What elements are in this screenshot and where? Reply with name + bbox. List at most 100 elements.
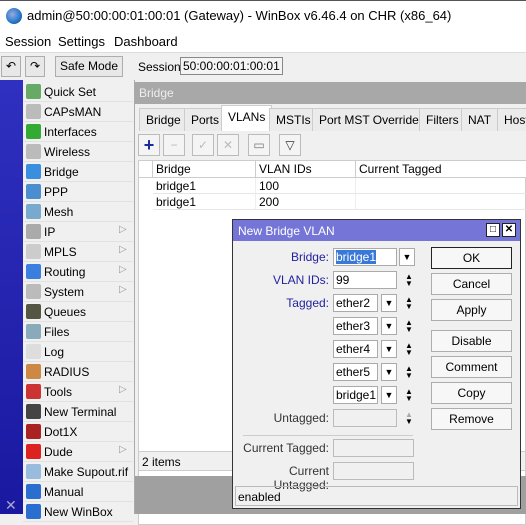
remove-icon[interactable]: − bbox=[163, 134, 185, 156]
menu-dashboard[interactable]: Dashboard bbox=[114, 34, 178, 49]
remove-button[interactable]: Remove bbox=[431, 408, 512, 430]
sidebar-item-mpls[interactable]: MPLS ▷ bbox=[23, 242, 133, 262]
table-cell-vlan-ids[interactable]: 200 bbox=[256, 194, 356, 210]
sidebar-item-capsman[interactable]: CAPsMAN bbox=[23, 102, 133, 122]
cancel-button[interactable]: Cancel bbox=[431, 273, 512, 295]
tab-bridge[interactable]: Bridge bbox=[139, 108, 188, 131]
vlan-ids-field[interactable]: 99 bbox=[333, 271, 397, 289]
dropdown-icon[interactable]: ▼ bbox=[399, 248, 415, 266]
sidebar-item-new-terminal[interactable]: New Terminal bbox=[23, 402, 133, 422]
disable-icon[interactable]: ✕ bbox=[217, 134, 239, 156]
tagged-field[interactable]: bridge1 bbox=[333, 386, 378, 404]
sidebar-item-make-supout-rif[interactable]: Make Supout.rif bbox=[23, 462, 133, 482]
untagged-field[interactable] bbox=[333, 409, 397, 427]
sidebar-item-files[interactable]: Files bbox=[23, 322, 133, 342]
interfaces-icon bbox=[26, 124, 41, 139]
tagged-field[interactable]: ether4 bbox=[333, 340, 378, 358]
sidebar-item-mesh[interactable]: Mesh bbox=[23, 202, 133, 222]
dropdown-icon[interactable]: ▼ bbox=[381, 363, 397, 381]
submenu-arrow-icon: ▷ bbox=[119, 244, 127, 255]
sidebar-item-ip[interactable]: IP ▷ bbox=[23, 222, 133, 242]
session-field[interactable]: 50:00:00:01:00:01 bbox=[180, 57, 283, 75]
dropdown-icon[interactable]: ▼ bbox=[381, 340, 397, 358]
sidebar-item-label: Quick Set bbox=[44, 85, 97, 99]
maximize-icon[interactable]: □ bbox=[486, 223, 500, 237]
enable-icon[interactable]: ✓ bbox=[192, 134, 214, 156]
ok-button[interactable]: OK bbox=[431, 247, 512, 269]
dialog-title: New Bridge VLAN bbox=[233, 220, 520, 241]
up-down-icon[interactable]: ▲ ▼ bbox=[403, 319, 415, 334]
up-down-icon[interactable]: ▲ ▼ bbox=[403, 296, 415, 311]
tab-nat[interactable]: NAT bbox=[461, 108, 499, 131]
up-down-icon[interactable]: ▲ ▼ bbox=[403, 365, 415, 380]
tab-host[interactable]: Host bbox=[497, 108, 526, 131]
sidebar-item-radius[interactable]: RADIUS bbox=[23, 362, 133, 382]
winbox-icon bbox=[26, 504, 41, 519]
sidebar-item-label: System bbox=[44, 285, 85, 299]
table-cell-bridge[interactable]: bridge1 bbox=[153, 178, 256, 194]
tab-port-mst-overrides[interactable]: Port MST Overrides bbox=[312, 108, 432, 131]
menu-settings[interactable]: Settings bbox=[58, 34, 105, 49]
new-bridge-vlan-dialog: New Bridge VLAN □ ✕ Bridge: bridge1 ▼ VL… bbox=[232, 219, 521, 509]
bridge-field[interactable]: bridge1 bbox=[336, 250, 377, 264]
table-cell-current-tagged[interactable] bbox=[356, 178, 526, 194]
tab-ports[interactable]: Ports bbox=[184, 108, 227, 131]
radius-icon bbox=[26, 364, 41, 379]
sidebar-item-label: RADIUS bbox=[44, 365, 90, 379]
safe-mode-button[interactable]: Safe Mode bbox=[55, 56, 123, 77]
add-icon[interactable]: + bbox=[138, 134, 160, 156]
session-label: Session: bbox=[138, 60, 185, 74]
filter-icon[interactable]: ▽ bbox=[279, 134, 301, 156]
up-down-icon[interactable]: ▲ ▼ bbox=[403, 273, 415, 288]
tagged-field[interactable]: ether5 bbox=[333, 363, 378, 381]
comment-icon[interactable]: ▭ bbox=[248, 134, 270, 156]
sidebar-item-label: Dude bbox=[44, 445, 73, 459]
close-icon[interactable]: ✕ bbox=[502, 223, 516, 237]
sidebar-item-ppp[interactable]: PPP bbox=[23, 182, 133, 202]
up-down-icon[interactable]: ▲ ▼ bbox=[403, 388, 415, 403]
sidebar-item-quick-set[interactable]: Quick Set bbox=[23, 82, 133, 102]
disable-button[interactable]: Disable bbox=[431, 330, 512, 352]
undo-button[interactable]: ↶ bbox=[1, 56, 21, 77]
menu-bar: Session Settings Dashboard bbox=[0, 30, 526, 52]
table-cell-current-tagged[interactable] bbox=[356, 194, 526, 210]
sidebar-item-system[interactable]: System ▷ bbox=[23, 282, 133, 302]
sidebar-item-label: PPP bbox=[44, 185, 69, 199]
terminal-icon bbox=[26, 404, 41, 419]
sidebar-item-tools[interactable]: Tools ▷ bbox=[23, 382, 133, 402]
dropdown-icon[interactable]: ▼ bbox=[381, 317, 397, 335]
redo-button[interactable]: ↷ bbox=[25, 56, 45, 77]
menu-session[interactable]: Session bbox=[5, 34, 51, 49]
sidebar-item-routing[interactable]: Routing ▷ bbox=[23, 262, 133, 282]
sidebar-item-label: Manual bbox=[44, 485, 84, 499]
bridge-label: Bridge: bbox=[290, 250, 329, 264]
dropdown-icon[interactable]: ▼ bbox=[381, 386, 397, 404]
separator bbox=[243, 435, 413, 436]
apply-button[interactable]: Apply bbox=[431, 299, 512, 321]
tab-mstis[interactable]: MSTIs bbox=[269, 108, 318, 131]
up-down-icon[interactable]: ▲ ▼ bbox=[403, 342, 415, 357]
sidebar-item-dot1x[interactable]: Dot1X bbox=[23, 422, 133, 442]
copy-button[interactable]: Copy bbox=[431, 382, 512, 404]
tagged-field[interactable]: ether2 bbox=[333, 294, 378, 312]
sidebar-item-interfaces[interactable]: Interfaces bbox=[23, 122, 133, 142]
tab-filters[interactable]: Filters bbox=[419, 108, 466, 131]
sidebar-item-manual[interactable]: Manual bbox=[23, 482, 133, 502]
table-cell-vlan-ids[interactable]: 100 bbox=[256, 178, 356, 194]
sidebar-item-dude[interactable]: Dude ▷ bbox=[23, 442, 133, 462]
table-cell-bridge[interactable]: bridge1 bbox=[153, 194, 256, 210]
sidebar-item-queues[interactable]: Queues bbox=[23, 302, 133, 322]
column-header-bridge[interactable]: Bridge bbox=[153, 161, 256, 178]
column-header-vlan-ids[interactable]: VLAN IDs bbox=[256, 161, 356, 178]
vlan-ids-label: VLAN IDs: bbox=[272, 273, 329, 287]
sidebar-item-new-winbox[interactable]: New WinBox bbox=[23, 502, 133, 522]
sidebar-item-bridge[interactable]: Bridge bbox=[23, 162, 133, 182]
tab-vlans[interactable]: VLANs bbox=[221, 105, 273, 131]
column-header-current-tagged[interactable]: Current Tagged bbox=[356, 161, 526, 178]
up-down-icon[interactable]: ▲ ▼ bbox=[403, 411, 415, 426]
tagged-field[interactable]: ether3 bbox=[333, 317, 378, 335]
sidebar-item-wireless[interactable]: Wireless bbox=[23, 142, 133, 162]
sidebar-item-log[interactable]: Log bbox=[23, 342, 133, 362]
dropdown-icon[interactable]: ▼ bbox=[381, 294, 397, 312]
comment-button[interactable]: Comment bbox=[431, 356, 512, 378]
